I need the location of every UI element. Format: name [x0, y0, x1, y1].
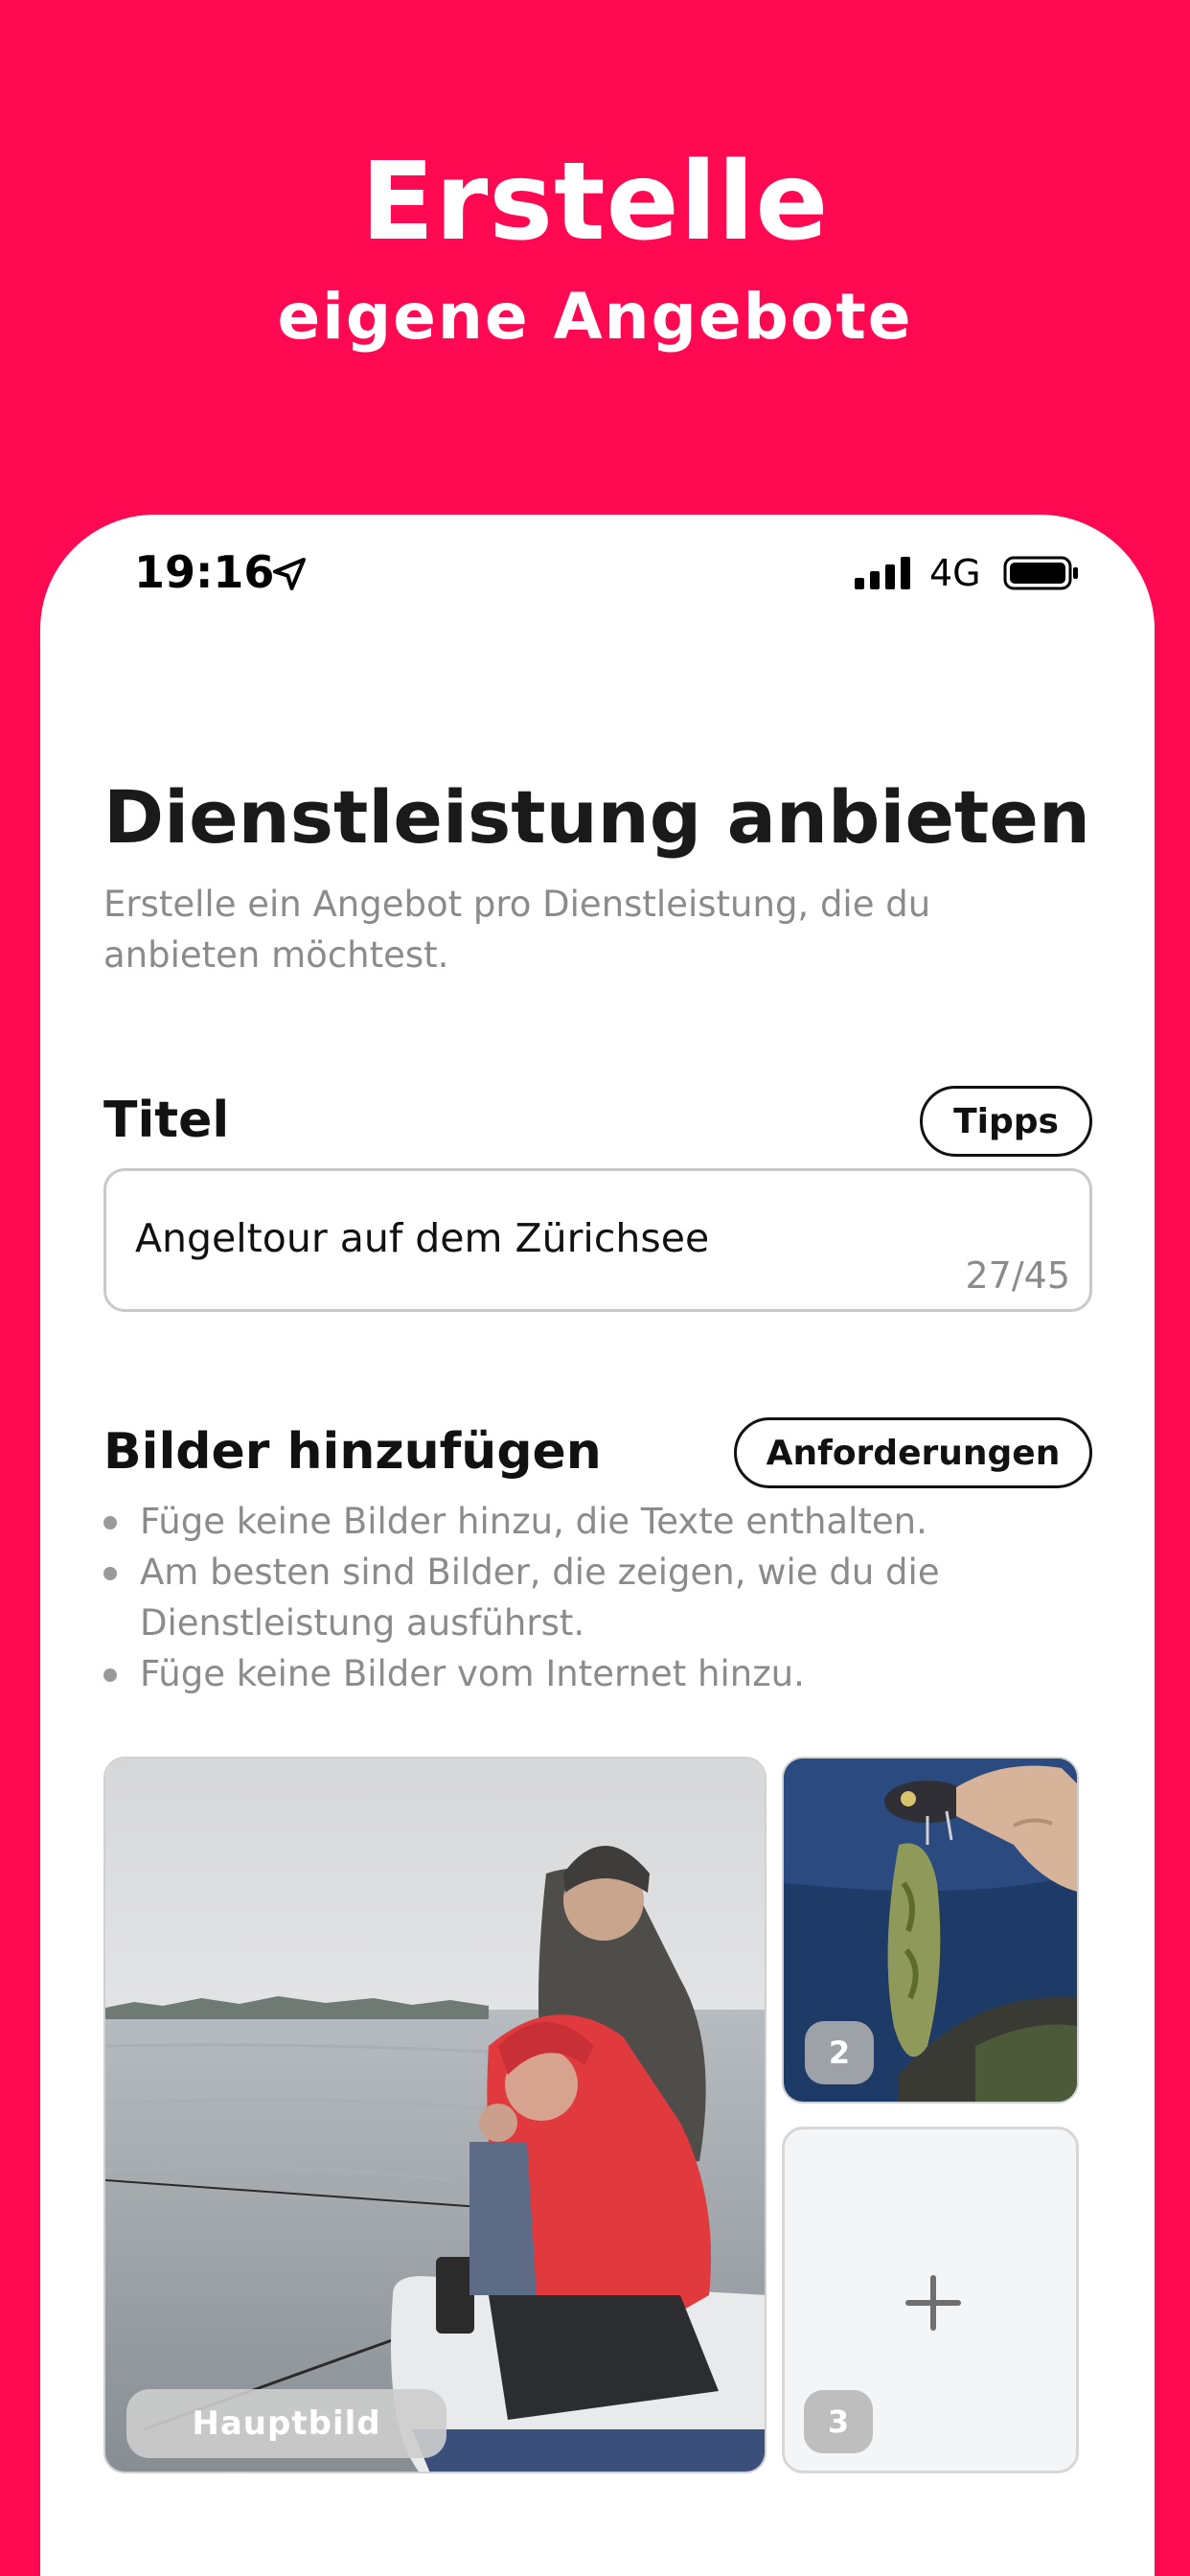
signal-bars-icon	[855, 557, 910, 589]
title-section-label: Titel	[103, 1092, 230, 1149]
bullet-dot	[103, 1668, 117, 1682]
status-time: 19:16	[134, 546, 275, 598]
network-type: 4G	[929, 552, 981, 594]
title-input-value: Angeltour auf dem Zürichsee	[135, 1215, 710, 1261]
promo-subtitle: eigene Angebote	[277, 280, 913, 354]
plus-icon	[905, 2275, 961, 2331]
main-image[interactable]: Hauptbild	[103, 1757, 767, 2473]
battery-icon	[1003, 556, 1078, 590]
bullet-dot	[103, 1567, 117, 1580]
page-title: Dienstleistung anbieten	[103, 774, 1091, 860]
phone-screen: 19:16 4G Dienstleistung anbieten Erstell…	[40, 515, 1155, 2576]
title-input[interactable]: Angeltour auf dem Zürichsee 27/45	[103, 1168, 1092, 1312]
page-description: Erstelle ein Angebot pro Dienstleistung,…	[103, 884, 931, 976]
status-bar: 19:16 4G	[40, 515, 1155, 639]
image-slot-2[interactable]: 2	[782, 1757, 1079, 2104]
requirements-button[interactable]: Anforderungen	[734, 1417, 1092, 1488]
main-image-label: Hauptbild	[126, 2389, 446, 2458]
list-item: Füge keine Bilder vom Internet hinzu.	[103, 1648, 1100, 1699]
bullet-dot	[103, 1516, 117, 1530]
add-image-button[interactable]: 3	[782, 2127, 1079, 2473]
images-section-label: Bilder hinzufügen	[103, 1423, 602, 1481]
promo-title: Erstelle	[360, 140, 830, 264]
image-slot-3-number: 3	[804, 2390, 873, 2453]
location-arrow-icon	[273, 558, 306, 590]
list-item: Am besten sind Bilder, die zeigen, wie d…	[103, 1547, 1100, 1648]
image-slot-2-number: 2	[805, 2021, 874, 2084]
list-item: Füge keine Bilder hinzu, die Texte entha…	[103, 1496, 1100, 1547]
fishing-boat-photo	[105, 1759, 765, 2472]
tips-button[interactable]: Tipps	[920, 1086, 1092, 1157]
image-guidelines-list: Füge keine Bilder hinzu, die Texte entha…	[103, 1496, 1100, 1699]
char-counter: 27/45	[965, 1254, 1070, 1297]
